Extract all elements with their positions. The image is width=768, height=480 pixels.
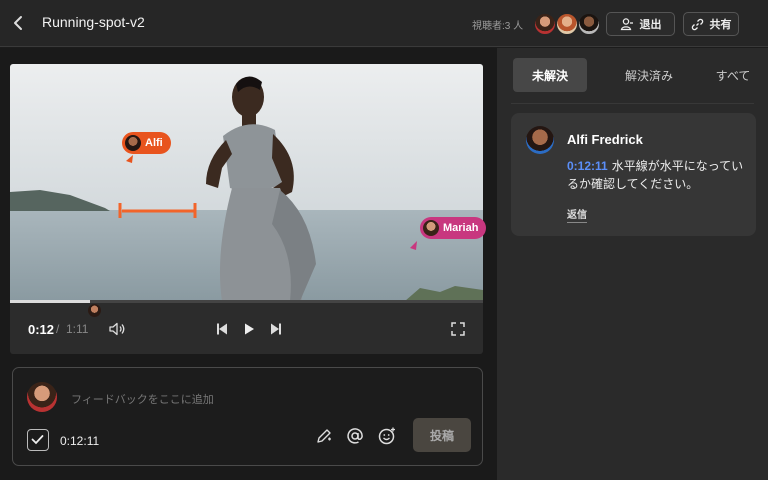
- avatar: [423, 220, 439, 236]
- draw-pen-icon[interactable]: [314, 426, 334, 446]
- avatar: [533, 12, 557, 36]
- check-icon: [31, 435, 44, 445]
- add-emoji-icon[interactable]: [377, 426, 397, 446]
- exit-label: 退出: [639, 19, 662, 31]
- review-area: 0:12 / 1:11 Alfi Mariah フィードバックをここに追加 0:…: [0, 48, 497, 480]
- divider: [511, 103, 754, 104]
- annotation-author: Mariah: [443, 222, 479, 234]
- comments-panel: 未解決 解決済み すべて Alfi Fredrick 0:12:11 水平線が水平…: [497, 48, 768, 480]
- top-bar: Running-spot-v2 視聴者:3 人 退出 共有: [0, 0, 768, 47]
- avatar: [125, 135, 141, 151]
- comment-marker-avatar[interactable]: [88, 304, 101, 317]
- video-frame[interactable]: [10, 64, 483, 301]
- avatar: [526, 126, 554, 154]
- feedback-input[interactable]: フィードバックをここに追加: [71, 391, 214, 407]
- current-time: 0:12: [28, 322, 55, 337]
- fullscreen-icon[interactable]: [449, 320, 467, 338]
- feedback-composer: フィードバックをここに追加 0:12:11 投稿: [12, 367, 483, 466]
- back-arrow-icon[interactable]: [10, 12, 26, 34]
- avatar: [577, 12, 601, 36]
- comment-card[interactable]: Alfi Fredrick 0:12:11 水平線が水平になっているか確認してくだ…: [511, 113, 756, 236]
- comment-author: Alfi Fredrick: [567, 132, 643, 147]
- annotation-author: Alfi: [145, 137, 163, 149]
- tab-unresolved[interactable]: 未解決: [513, 58, 587, 92]
- post-button[interactable]: 投稿: [413, 418, 471, 452]
- progress-bar[interactable]: [10, 300, 483, 303]
- previous-frame-icon[interactable]: [214, 320, 232, 338]
- tab-all[interactable]: すべて: [711, 58, 755, 92]
- share-label: 共有: [709, 19, 732, 31]
- avatar: [27, 382, 57, 412]
- comment-timestamp-link[interactable]: 0:12:11: [567, 159, 608, 173]
- volume-icon[interactable]: [108, 320, 126, 338]
- share-button[interactable]: 共有: [683, 12, 739, 36]
- next-frame-icon[interactable]: [266, 320, 284, 338]
- comment-timestamp: 0:12:11: [60, 434, 100, 448]
- comment-body: 0:12:11 水平線が水平になっているか確認してください。: [567, 157, 745, 193]
- timestamp-checkbox[interactable]: [27, 429, 49, 451]
- viewers-count: 視聴者:3 人: [472, 21, 524, 32]
- link-icon: [691, 18, 703, 30]
- comment-filter-tabs: 未解決 解決済み すべて: [511, 58, 754, 94]
- time-separator: /: [56, 322, 60, 336]
- annotation-tag-mariah[interactable]: Mariah: [420, 217, 487, 239]
- annotation-tag-alfi[interactable]: Alfi: [122, 132, 171, 154]
- reply-link[interactable]: 返信: [567, 206, 587, 223]
- total-time: 1:11: [66, 322, 89, 336]
- avatar: [555, 12, 579, 36]
- project-title: Running-spot-v2: [42, 14, 145, 30]
- progress-fill: [10, 300, 91, 303]
- user-exit-icon: [620, 18, 633, 31]
- mention-icon[interactable]: [345, 426, 365, 446]
- play-icon[interactable]: [240, 320, 258, 338]
- video-player[interactable]: 0:12 / 1:11: [10, 64, 483, 354]
- exit-button[interactable]: 退出: [606, 12, 675, 36]
- tab-resolved[interactable]: 解決済み: [619, 58, 679, 92]
